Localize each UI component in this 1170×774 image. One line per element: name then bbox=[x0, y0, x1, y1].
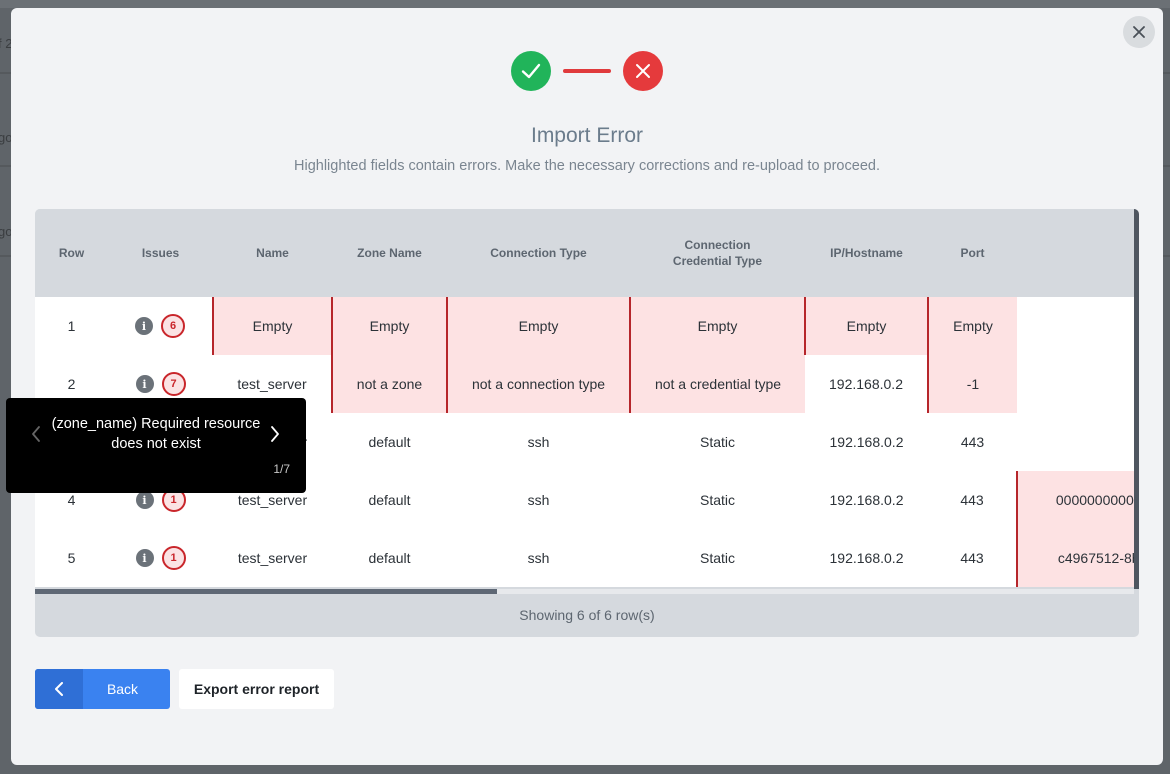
background-header bbox=[0, 0, 1170, 8]
error-tooltip: (zone_name) Required resource does not e… bbox=[6, 398, 306, 493]
column-header-issues[interactable]: Issues bbox=[108, 209, 213, 297]
row-count-text: Showing 6 of 6 row(s) bbox=[519, 607, 655, 623]
info-icon[interactable]: i bbox=[135, 375, 154, 393]
vertical-scrollbar[interactable] bbox=[1134, 209, 1139, 589]
horizontal-scrollbar[interactable] bbox=[35, 589, 1134, 594]
column-header-ip-hostname[interactable]: IP/Hostname bbox=[805, 209, 928, 297]
success-step bbox=[511, 51, 551, 91]
issue-count-badge[interactable]: 1 bbox=[161, 546, 186, 570]
cell-port[interactable]: -1 bbox=[927, 355, 1017, 413]
cell-connection-type: ssh bbox=[447, 413, 630, 471]
cell-row: 1 bbox=[35, 297, 108, 355]
cell-connection-type[interactable]: not a connection type bbox=[446, 355, 630, 413]
cell-name: test_server bbox=[213, 529, 332, 587]
issue-count-badge[interactable]: 7 bbox=[161, 372, 186, 396]
horizontal-scroll-thumb[interactable] bbox=[35, 589, 497, 594]
export-error-report-button[interactable]: Export error report bbox=[179, 669, 334, 709]
chevron-left-icon bbox=[35, 669, 83, 709]
import-status-indicator bbox=[511, 51, 663, 91]
cell-connection-type[interactable]: Empty bbox=[446, 297, 630, 355]
chevron-right-icon bbox=[271, 426, 279, 442]
cell-zone-name: default bbox=[332, 471, 447, 529]
error-x-icon bbox=[636, 64, 650, 78]
table-row: 5 i 1 test_server default ssh Static 192… bbox=[35, 529, 1134, 587]
cell-name[interactable]: Empty bbox=[212, 297, 332, 355]
cell-row: 5 bbox=[35, 529, 108, 587]
info-icon[interactable]: i bbox=[135, 317, 153, 335]
cell-extra bbox=[1017, 355, 1134, 413]
cell-credential-type: Static bbox=[630, 413, 805, 471]
cell-credential-type[interactable]: Empty bbox=[629, 297, 805, 355]
import-error-modal: Import Error Highlighted fields contain … bbox=[11, 8, 1163, 765]
column-header-row[interactable]: Row bbox=[35, 209, 108, 297]
column-header-extra[interactable] bbox=[1017, 209, 1134, 297]
back-button[interactable]: Back bbox=[35, 669, 170, 709]
column-header-name[interactable]: Name bbox=[213, 209, 332, 297]
column-header-connection-type[interactable]: Connection Type bbox=[447, 209, 630, 297]
cell-zone-name[interactable]: not a zone bbox=[331, 355, 447, 413]
column-header-zone-name[interactable]: Zone Name bbox=[332, 209, 447, 297]
cell-connection-type: ssh bbox=[447, 529, 630, 587]
cell-credential-type[interactable]: not a credential type bbox=[629, 355, 805, 413]
cell-zone-name: default bbox=[332, 529, 447, 587]
cell-ip-hostname: 192.168.0.2 bbox=[805, 529, 928, 587]
tooltip-message: (zone_name) Required resource does not e… bbox=[51, 416, 261, 452]
cell-port: 443 bbox=[928, 471, 1017, 529]
tooltip-prev-button[interactable] bbox=[24, 422, 48, 446]
cell-extra bbox=[1017, 413, 1134, 471]
cell-issues: i 6 bbox=[108, 297, 213, 355]
checkmark-icon bbox=[521, 63, 541, 79]
modal-subtitle: Highlighted fields contain errors. Make … bbox=[294, 158, 880, 174]
chevron-left-icon bbox=[32, 426, 40, 442]
cell-port[interactable]: Empty bbox=[927, 297, 1017, 355]
cell-credential-type: Static bbox=[630, 471, 805, 529]
cell-credential-type: Static bbox=[630, 529, 805, 587]
cell-extra bbox=[1017, 297, 1134, 355]
tooltip-pager: 1/7 bbox=[273, 462, 290, 476]
issue-count-badge[interactable]: 6 bbox=[161, 314, 185, 338]
cell-port: 443 bbox=[928, 529, 1017, 587]
cell-ip-hostname: 192.168.0.2 bbox=[805, 413, 928, 471]
error-step bbox=[623, 51, 663, 91]
cell-extra[interactable]: c4967512-8b62 bbox=[1016, 529, 1134, 587]
column-header-credential-type[interactable]: Connection Credential Type bbox=[630, 209, 805, 297]
close-icon bbox=[1133, 26, 1145, 38]
info-icon[interactable]: i bbox=[135, 491, 154, 509]
cell-ip-hostname[interactable]: Empty bbox=[804, 297, 928, 355]
column-header-port[interactable]: Port bbox=[928, 209, 1017, 297]
modal-title: Import Error bbox=[530, 124, 643, 147]
step-connector bbox=[563, 69, 611, 73]
close-button[interactable] bbox=[1123, 16, 1155, 48]
cell-zone-name[interactable]: Empty bbox=[331, 297, 447, 355]
table-header-row: Row Issues Name Zone Name Connection Typ… bbox=[35, 209, 1134, 297]
cell-port: 443 bbox=[928, 413, 1017, 471]
cell-extra[interactable]: 0000000000000 bbox=[1016, 471, 1134, 529]
table-row: 1 i 6 Empty Empty Empty Empty Empty Empt bbox=[35, 297, 1134, 355]
cell-ip-hostname: 192.168.0.2 bbox=[805, 355, 928, 413]
cell-zone-name: default bbox=[332, 413, 447, 471]
cell-issues: i 1 bbox=[108, 529, 213, 587]
info-icon[interactable]: i bbox=[135, 549, 154, 567]
back-button-label: Back bbox=[106, 681, 139, 697]
tooltip-next-button[interactable] bbox=[263, 422, 287, 446]
cell-connection-type: ssh bbox=[447, 471, 630, 529]
cell-ip-hostname: 192.168.0.2 bbox=[805, 471, 928, 529]
